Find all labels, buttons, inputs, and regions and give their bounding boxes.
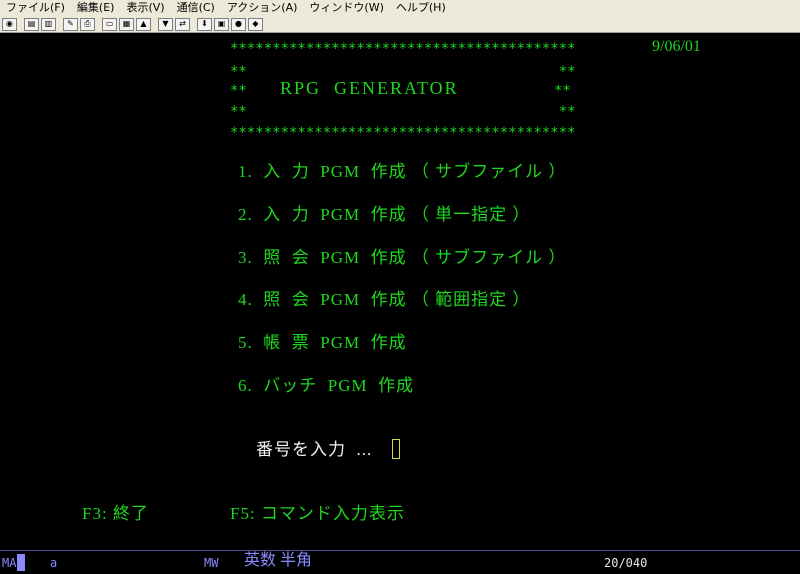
- banner-top-border: ****************************************…: [230, 41, 576, 57]
- copy-icon[interactable]: ▤: [24, 17, 39, 31]
- menu-option-6: 6. バッチ PGM 作成: [238, 376, 415, 395]
- selection-input[interactable]: [392, 439, 400, 459]
- toolbar: ◉ ▤ ▥ ✎ ⎙ ▭ ▦ ▲ ▼ ⇄ ⬇ ▣ ● ◆: [0, 16, 800, 33]
- f3-exit-key[interactable]: F3: 終了: [82, 505, 149, 522]
- download-icon[interactable]: ⬇: [197, 17, 212, 31]
- connect-icon[interactable]: ◉: [2, 17, 17, 31]
- status-mode: MA: [2, 556, 17, 570]
- paste-icon[interactable]: ▥: [41, 17, 56, 31]
- status-ime-mode: 英数 半角: [244, 552, 313, 569]
- menu-window[interactable]: ウィンドウ(W): [303, 0, 389, 16]
- settings-icon[interactable]: ◆: [248, 17, 263, 31]
- receive-icon[interactable]: ▼: [158, 17, 173, 31]
- banner-side-left: **: [230, 83, 247, 99]
- screen-icon[interactable]: ▭: [102, 17, 117, 31]
- status-bar: MA a MW 英数 半角 20/040: [0, 550, 800, 574]
- f5-command-key[interactable]: F5: コマンド入力表示: [230, 505, 405, 522]
- status-position: 20/040: [604, 556, 648, 570]
- menu-option-3: 3. 照 会 PGM 作成 （ サブファイル ）: [238, 248, 567, 267]
- menu-view[interactable]: 表示(V): [120, 0, 170, 16]
- menu-option-5: 5. 帳 票 PGM 作成: [238, 333, 407, 352]
- send-icon[interactable]: ▲: [136, 17, 151, 31]
- status-char: a: [50, 556, 58, 570]
- menu-file[interactable]: ファイル(F): [0, 0, 71, 16]
- menu-comm[interactable]: 通信(C): [171, 0, 221, 16]
- date-display: 9/06/01: [652, 38, 701, 55]
- menu-option-4: 4. 照 会 PGM 作成 （ 範囲指定 ）: [238, 290, 531, 309]
- terminal-screen[interactable]: ****************************************…: [0, 33, 800, 550]
- macro-icon[interactable]: ▦: [119, 17, 134, 31]
- menu-option-2: 2. 入 力 PGM 作成 （ 単一指定 ）: [238, 205, 531, 224]
- prompt-label: 番号を入力 ...: [256, 440, 373, 459]
- edit-icon[interactable]: ✎: [63, 17, 78, 31]
- status-mw: MW: [204, 556, 219, 570]
- menu-bar: ファイル(F) 編集(E) 表示(V) 通信(C) アクション(A) ウィンドウ…: [0, 0, 800, 16]
- banner-bottom-border: ****************************************…: [230, 125, 576, 141]
- clipboard-icon[interactable]: ▣: [214, 17, 229, 31]
- menu-option-1: 1. 入 力 PGM 作成 （ サブファイル ）: [238, 162, 567, 181]
- menu-help[interactable]: ヘルプ(H): [390, 0, 452, 16]
- transfer-icon[interactable]: ⇄: [175, 17, 190, 31]
- banner-title: RPG GENERATOR: [280, 78, 459, 98]
- status-cursor: [17, 554, 25, 571]
- menu-edit[interactable]: 編集(E): [71, 0, 121, 16]
- globe-icon[interactable]: ●: [231, 17, 246, 31]
- banner-side-right: **: [554, 83, 571, 99]
- banner-side-border: ** **: [230, 104, 576, 120]
- menu-action[interactable]: アクション(A): [221, 0, 304, 16]
- print-icon[interactable]: ⎙: [80, 17, 95, 31]
